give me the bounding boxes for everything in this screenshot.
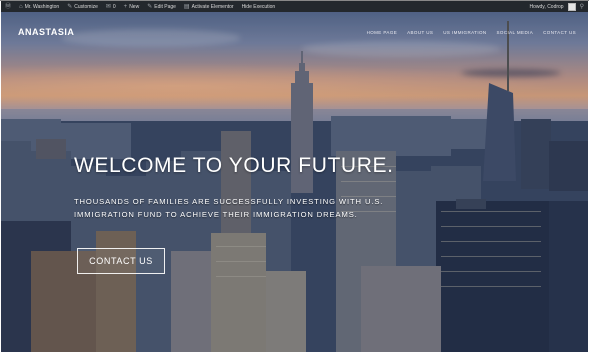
hero-title: WELCOME TO YOUR FUTURE. [74,154,394,177]
edit-page-label: Edit Page [154,3,176,10]
comments-icon: ✉ [105,3,111,10]
site-name-link[interactable]: ⌂ Mr. Washington [15,4,63,10]
edit-page-link[interactable]: ✎ Edit Page [143,4,180,10]
comments-count: 0 [112,3,116,10]
nav-item-social[interactable]: SOCIAL MEDIA [497,30,534,35]
site-name-label: Mr. Washington [24,3,60,10]
customize-link[interactable]: ✎ Customize [63,4,102,10]
admin-toolbar: Ⓦ ⌂ Mr. Washington ✎ Customize ✉ 0 + New… [1,1,588,12]
menu-icon: ▤ [183,3,190,10]
wordpress-icon: Ⓦ [5,3,12,10]
home-icon: ⌂ [19,3,23,10]
pencil-icon: ✎ [147,3,153,10]
comments-link[interactable]: ✉ 0 [102,4,120,10]
nav-item-about[interactable]: ABOUT US [407,30,433,35]
search-icon[interactable]: ⚲ [580,4,584,10]
customize-label: Customize [74,3,98,10]
wordpress-menu[interactable]: Ⓦ [1,4,15,10]
browser-viewport: Ⓦ ⌂ Mr. Washington ✎ Customize ✉ 0 + New… [1,1,588,352]
brush-icon: ✎ [67,3,73,10]
hide-execution-link[interactable]: Hide Execution [238,4,280,10]
hide-execution-label: Hide Execution [241,3,276,10]
elementor-label: Activate Elementor [191,3,234,10]
nav-item-immigration[interactable]: US IMMIGRATION [443,30,486,35]
nav-item-contact[interactable]: CONTACT US [543,30,576,35]
avatar[interactable] [567,2,576,11]
elementor-link[interactable]: ▤ Activate Elementor [180,4,238,10]
contact-us-button[interactable]: CONTACT US [77,248,165,274]
howdy-user-label[interactable]: Howdy, Codrop [530,4,564,10]
nav-item-home[interactable]: HOME PAGE [367,30,398,35]
plus-icon: + [123,3,128,10]
hero-subtitle: THOUSANDS OF FAMILIES ARE SUCCESSFULLY I… [74,197,384,219]
site-title[interactable]: ANASTASIA [18,27,74,37]
main-navigation: HOME PAGE ABOUT US US IMMIGRATION SOCIAL… [367,30,576,35]
new-label: New [129,3,140,10]
new-content-link[interactable]: + New [120,4,144,10]
